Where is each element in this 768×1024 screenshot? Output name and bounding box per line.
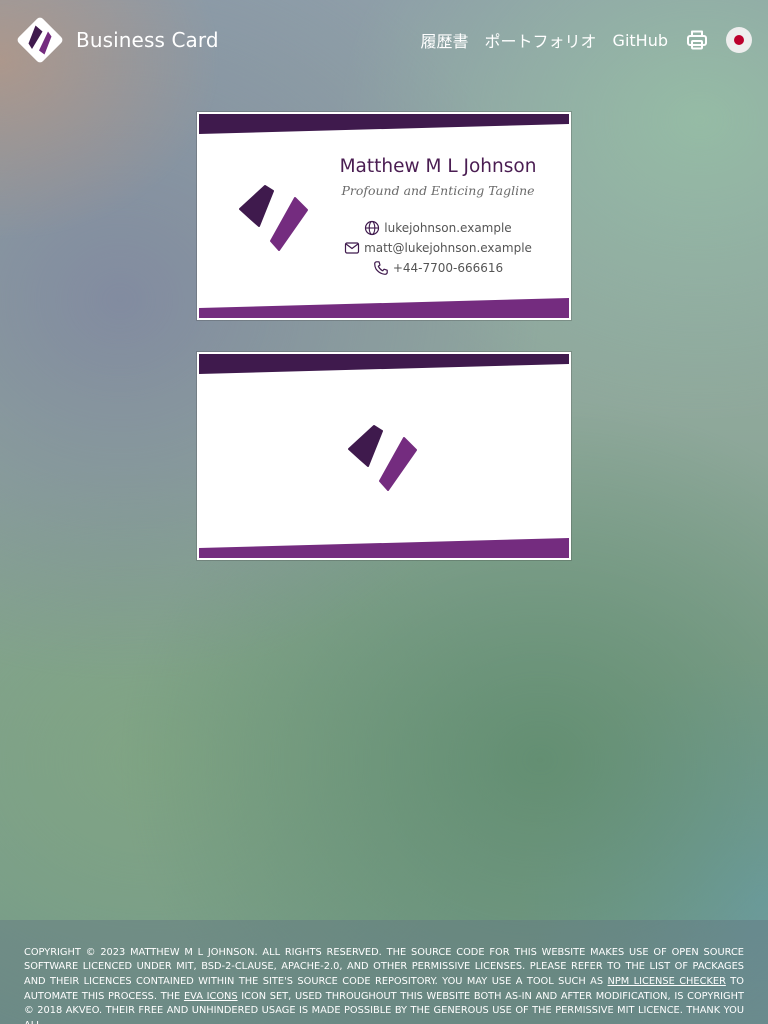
eva-icons-link[interactable]: Eva Icons xyxy=(184,991,238,1002)
mail-icon xyxy=(344,242,360,254)
print-button[interactable] xyxy=(684,27,710,53)
phone-icon xyxy=(373,261,388,275)
nav-link-github[interactable]: GitHub xyxy=(613,31,668,50)
contact-phone: +44-7700-666616 xyxy=(331,258,545,278)
business-card-back xyxy=(197,352,571,560)
nav-link-resume[interactable]: 履歴書 xyxy=(421,28,469,52)
nav-link-portfolio[interactable]: ポートフォリオ xyxy=(485,28,597,52)
brand-logo-icon xyxy=(239,185,308,251)
business-card-front: Matthew M L Johnson Profound and Enticin… xyxy=(197,112,571,320)
site-header: Business Card 履歴書 ポートフォリオ GitHub xyxy=(0,0,768,80)
printer-icon xyxy=(687,30,707,50)
brand-title: Business Card xyxy=(76,28,219,52)
globe-icon xyxy=(365,220,380,236)
card-tagline: Profound and Enticing Tagline xyxy=(341,183,535,198)
contact-email-text: matt@lukejohnson.example xyxy=(364,241,532,255)
japan-flag-icon xyxy=(734,35,744,45)
main-nav: 履歴書 ポートフォリオ GitHub xyxy=(421,26,752,54)
contact-website-text: lukejohnson.example xyxy=(384,221,512,235)
contact-phone-text: +44-7700-666616 xyxy=(392,261,504,275)
brand-home-link[interactable]: Business Card xyxy=(16,16,219,64)
site-footer: Copyright © 2023 Matthew M L Johnson. Al… xyxy=(0,920,768,1024)
brand-logo-icon xyxy=(17,17,63,63)
card-contact-info: Matthew M L Johnson Profound and Enticin… xyxy=(331,156,545,278)
brand-logo-icon xyxy=(348,425,417,491)
npm-license-checker-link[interactable]: npm license checker xyxy=(608,976,726,987)
language-toggle-button[interactable] xyxy=(726,27,752,53)
footer-copyright: Copyright © 2023 Matthew M L Johnson. Al… xyxy=(24,946,744,1024)
contact-email: matt@lukejohnson.example xyxy=(331,238,545,258)
contact-website: lukejohnson.example xyxy=(331,218,545,238)
card-name: Matthew M L Johnson xyxy=(339,156,537,177)
contact-list: lukejohnson.example matt@lukejohnson.exa… xyxy=(331,218,545,278)
